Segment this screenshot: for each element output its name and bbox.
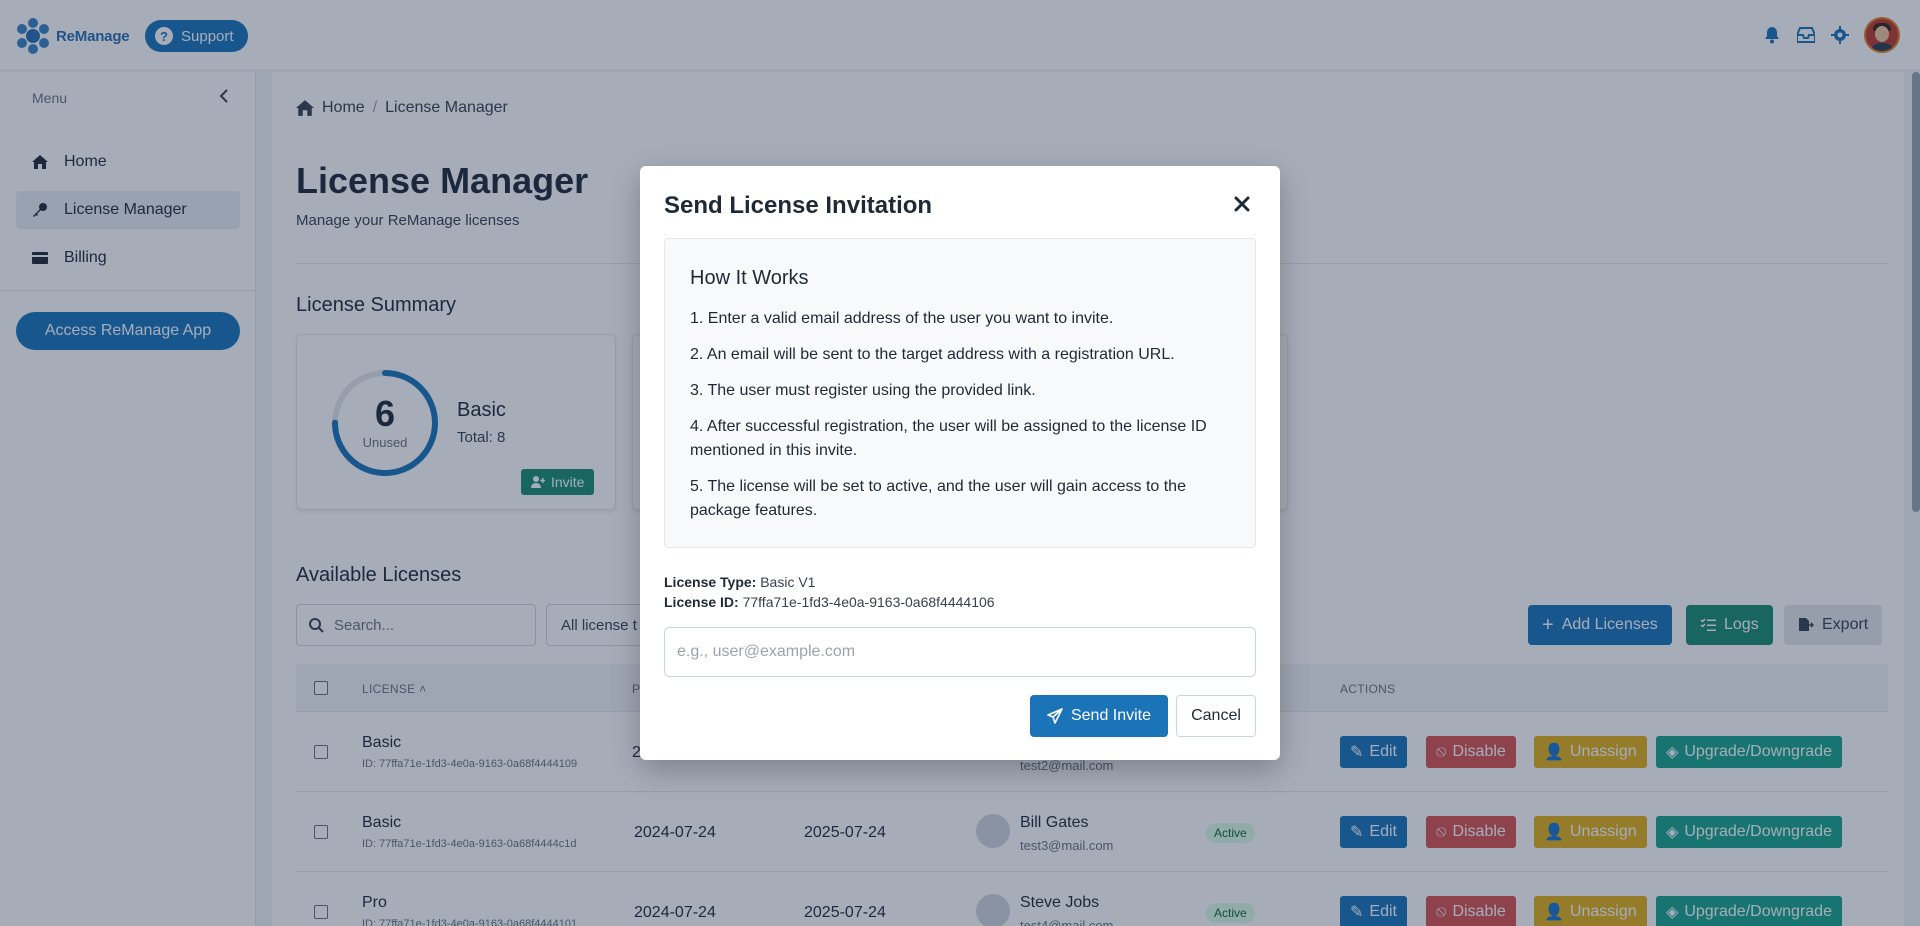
- step-item: 2. An email will be sent to the target a…: [690, 346, 1175, 363]
- license-type-label: License Type:: [664, 574, 757, 590]
- dialog-title: Send License Invitation: [664, 192, 933, 219]
- cancel-button[interactable]: Cancel: [1176, 695, 1256, 737]
- step-item: 4. After successful registration, the us…: [690, 418, 1207, 459]
- email-field[interactable]: [664, 627, 1256, 677]
- send-invite-label: Send Invite: [1070, 707, 1152, 724]
- send-invite-button[interactable]: Send Invite: [1030, 695, 1168, 737]
- send-invitation-dialog: Send License Invitation How It Works 1. …: [640, 166, 1280, 760]
- step-item: 1. Enter a valid email address of the us…: [690, 310, 1114, 327]
- step-item: 3. The user must register using the prov…: [690, 382, 1036, 399]
- license-id-value: 77ffa71e-1fd3-4e0a-9163-0a68f4444106: [742, 594, 995, 610]
- step-item: 5. The license will be set to active, an…: [690, 478, 1186, 519]
- license-type-line: License Type: Basic V1: [664, 574, 815, 590]
- paper-plane-icon: [1047, 708, 1063, 724]
- license-id-label: License ID:: [664, 594, 739, 610]
- license-type-value: Basic V1: [760, 574, 816, 590]
- close-icon[interactable]: [1232, 194, 1252, 214]
- how-it-works-title: How It Works: [690, 267, 809, 289]
- how-it-works-panel: How It Works 1. Enter a valid email addr…: [664, 238, 1256, 548]
- license-id-line: License ID: 77ffa71e-1fd3-4e0a-9163-0a68…: [664, 594, 995, 610]
